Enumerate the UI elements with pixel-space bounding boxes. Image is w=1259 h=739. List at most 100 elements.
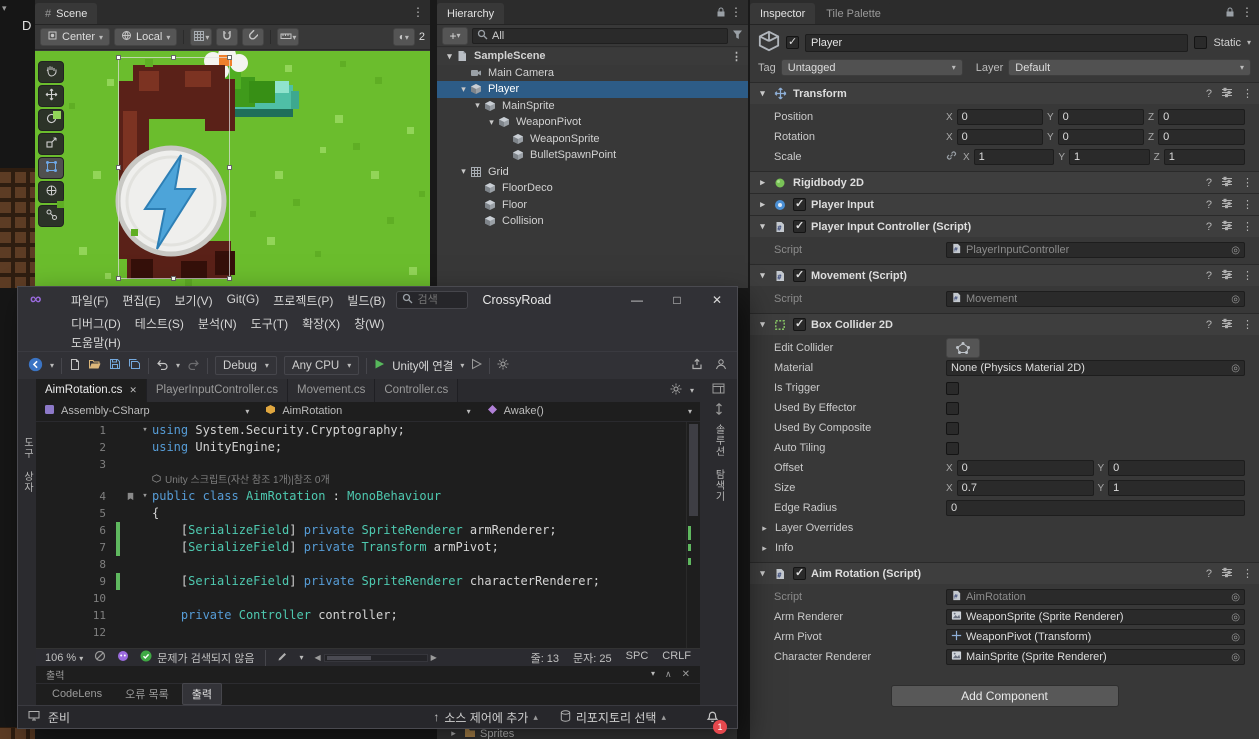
enabled-checkbox[interactable] [793,219,806,233]
new-file-icon[interactable] [69,358,81,374]
help-icon[interactable]: ? [1206,568,1212,580]
chevron-down-icon[interactable]: ▾ [651,669,655,680]
help-icon[interactable]: ? [1206,177,1212,189]
object-field[interactable]: MainSprite (Sprite Renderer) ◎ [946,649,1245,665]
code-line[interactable]: 10 [36,590,700,607]
selection-handle[interactable] [227,55,232,60]
object-picker-icon[interactable]: ◎ [1231,652,1240,663]
filter-icon[interactable] [732,29,743,43]
output-tab-[interactable]: 출력 [181,683,222,706]
editor-scrollbar[interactable] [686,421,700,649]
breadcrumb-item-aimrotation[interactable]: AimRotation ▾ [257,404,478,418]
chevron-down-icon[interactable]: ▾ [50,361,54,370]
caret-column-indicator[interactable]: 문자: 25 [573,650,612,666]
preset-icon[interactable] [1221,567,1233,581]
menu-item-d[interactable]: 디버그(D) [64,313,128,334]
menu-item-n[interactable]: 분석(N) [191,313,244,334]
kebab-icon[interactable]: ⋮ [1242,176,1253,189]
hierarchy-item-grid[interactable]: ▾ Grid [437,164,748,181]
handle-rotation-dropdown[interactable]: Local ▾ [114,28,178,46]
selection-handle[interactable] [227,165,232,170]
hierarchy-item-samplescene[interactable]: ▾ SampleScene ⋮ [437,48,748,65]
preset-icon[interactable] [1221,269,1233,283]
kebab-icon[interactable]: ⋮ [1242,318,1253,331]
health-indicator[interactable]: 문제가 검색되지 않음 [140,650,254,666]
maximize-button[interactable]: □ [657,287,697,313]
tab-scene[interactable]: # Scene [35,3,98,24]
code-line[interactable]: 8 [36,556,700,573]
gameobject-name-field[interactable] [805,33,1189,52]
add-component-button[interactable]: Add Component [890,685,1119,707]
kebab-icon[interactable]: ⋮ [1242,198,1253,211]
selection-handle[interactable] [116,165,121,170]
component-header-player-input[interactable]: ▸ Player Input? ⋮ [750,193,1259,215]
hierarchy-item-mainsprite[interactable]: ▾ MainSprite [437,98,748,115]
scale-tool-button[interactable] [38,133,64,155]
scene-panel-menu-icon[interactable]: ⋮ [408,5,428,19]
code-line[interactable]: 6 [SerializeField] private SpriteRendere… [36,521,700,539]
output-tab-codelens[interactable]: CodeLens [42,685,112,703]
fold-arrow-icon[interactable]: ▾ [756,270,769,281]
preset-icon[interactable] [1221,87,1233,101]
component-header-movement-script[interactable]: ▾ # Movement (Script)? ⋮ [750,264,1259,286]
close-tab-icon[interactable]: ✕ [129,385,137,396]
hierarchy-item-player[interactable]: ▾ Player [437,81,748,98]
object-field[interactable]: # PlayerInputController ◎ [946,242,1245,258]
document-tab-aimrotation-cs[interactable]: AimRotation.cs ✕ [36,379,147,402]
line-ending-indicator[interactable]: CRLF [662,650,691,666]
fold-arrow-icon[interactable]: ▾ [138,422,152,439]
hierarchy-item-floordeco[interactable]: FloorDeco [437,180,748,197]
document-tab-movement-cs[interactable]: Movement.cs [287,379,376,402]
select-repository-button[interactable]: 리포지토리 선택 ▴ [560,709,666,726]
scrollbar-thumb[interactable] [689,423,698,516]
object-field[interactable]: # AimRotation ◎ [946,589,1245,605]
tab-inspector[interactable]: Inspector [750,3,816,24]
chevron-down-icon[interactable]: ▾ [690,386,694,395]
layer-dropdown[interactable]: Default ▾ [1008,59,1251,76]
value-field[interactable]: 1 [1108,480,1245,496]
start-debug-icon[interactable] [374,358,385,373]
value-field[interactable]: 0 [1057,129,1144,145]
snap-settings-button[interactable] [242,28,265,46]
document-tab-controller-cs[interactable]: Controller.cs [375,379,459,402]
kebab-icon[interactable]: ⋮ [1242,220,1253,233]
fold-arrow-icon[interactable]: ▾ [457,84,470,95]
menu-item-v[interactable]: 보기(V) [167,290,219,311]
hierarchy-item-menu-icon[interactable]: ⋮ [731,50,742,63]
code-line[interactable]: 11 private Controller controller; [36,607,700,624]
project-folder-label[interactable]: Sprites [480,728,514,739]
close-button[interactable]: ✕ [697,287,737,313]
selection-handle[interactable] [116,276,121,281]
fold-arrow-icon[interactable]: ▾ [457,166,470,177]
hierarchy-menu-icon[interactable]: ⋮ [726,5,746,19]
chevron-down-icon[interactable]: ▾ [299,653,303,662]
menu-item-x[interactable]: 확장(X) [295,313,347,334]
help-icon[interactable]: ? [1206,88,1212,100]
object-picker-icon[interactable]: ◎ [1231,363,1240,374]
hierarchy-item-weaponpivot[interactable]: ▾ WeaponPivot [437,114,748,131]
code-line[interactable]: 1 ▾ using System.Security.Cryptography; [36,422,700,439]
selection-bounds[interactable] [116,55,232,281]
fold-arrow-icon[interactable]: ▾ [756,88,769,99]
render-doodad-button[interactable]: ◐ ▾ [392,28,415,46]
component-header-rigidbody-2d[interactable]: ▸ Rigidbody 2D? ⋮ [750,171,1259,193]
hierarchy-item-bulletspawnpoint[interactable]: BulletSpawnPoint [437,147,748,164]
minimize-button[interactable]: — [617,287,657,313]
expand-icon[interactable] [714,403,724,418]
menu-item-git-g[interactable]: Git(G) [220,290,267,311]
static-checkbox[interactable] [1194,36,1208,49]
hierarchy-item-floor[interactable]: Floor [437,197,748,214]
menu-item-s[interactable]: 테스트(S) [128,313,191,334]
value-field[interactable]: 0 [1057,109,1144,125]
kebab-icon[interactable]: ⋮ [1242,567,1253,580]
enabled-checkbox[interactable] [793,197,806,211]
menu-item-p[interactable]: 프로젝트(P) [266,290,340,311]
selection-handle[interactable] [171,276,176,281]
code-line[interactable]: 2 using UnityEngine; [36,439,700,456]
value-field[interactable]: 0 [956,109,1043,125]
preset-icon[interactable] [1221,176,1233,190]
hierarchy-item-weaponsprite[interactable]: WeaponSprite [437,131,748,148]
menu-item-h[interactable]: 도움말(H) [64,332,128,353]
property-row-layer-overrides[interactable]: ▸ Layer Overrides [750,518,1259,538]
menu-item-b[interactable]: 빌드(B) [340,290,392,311]
